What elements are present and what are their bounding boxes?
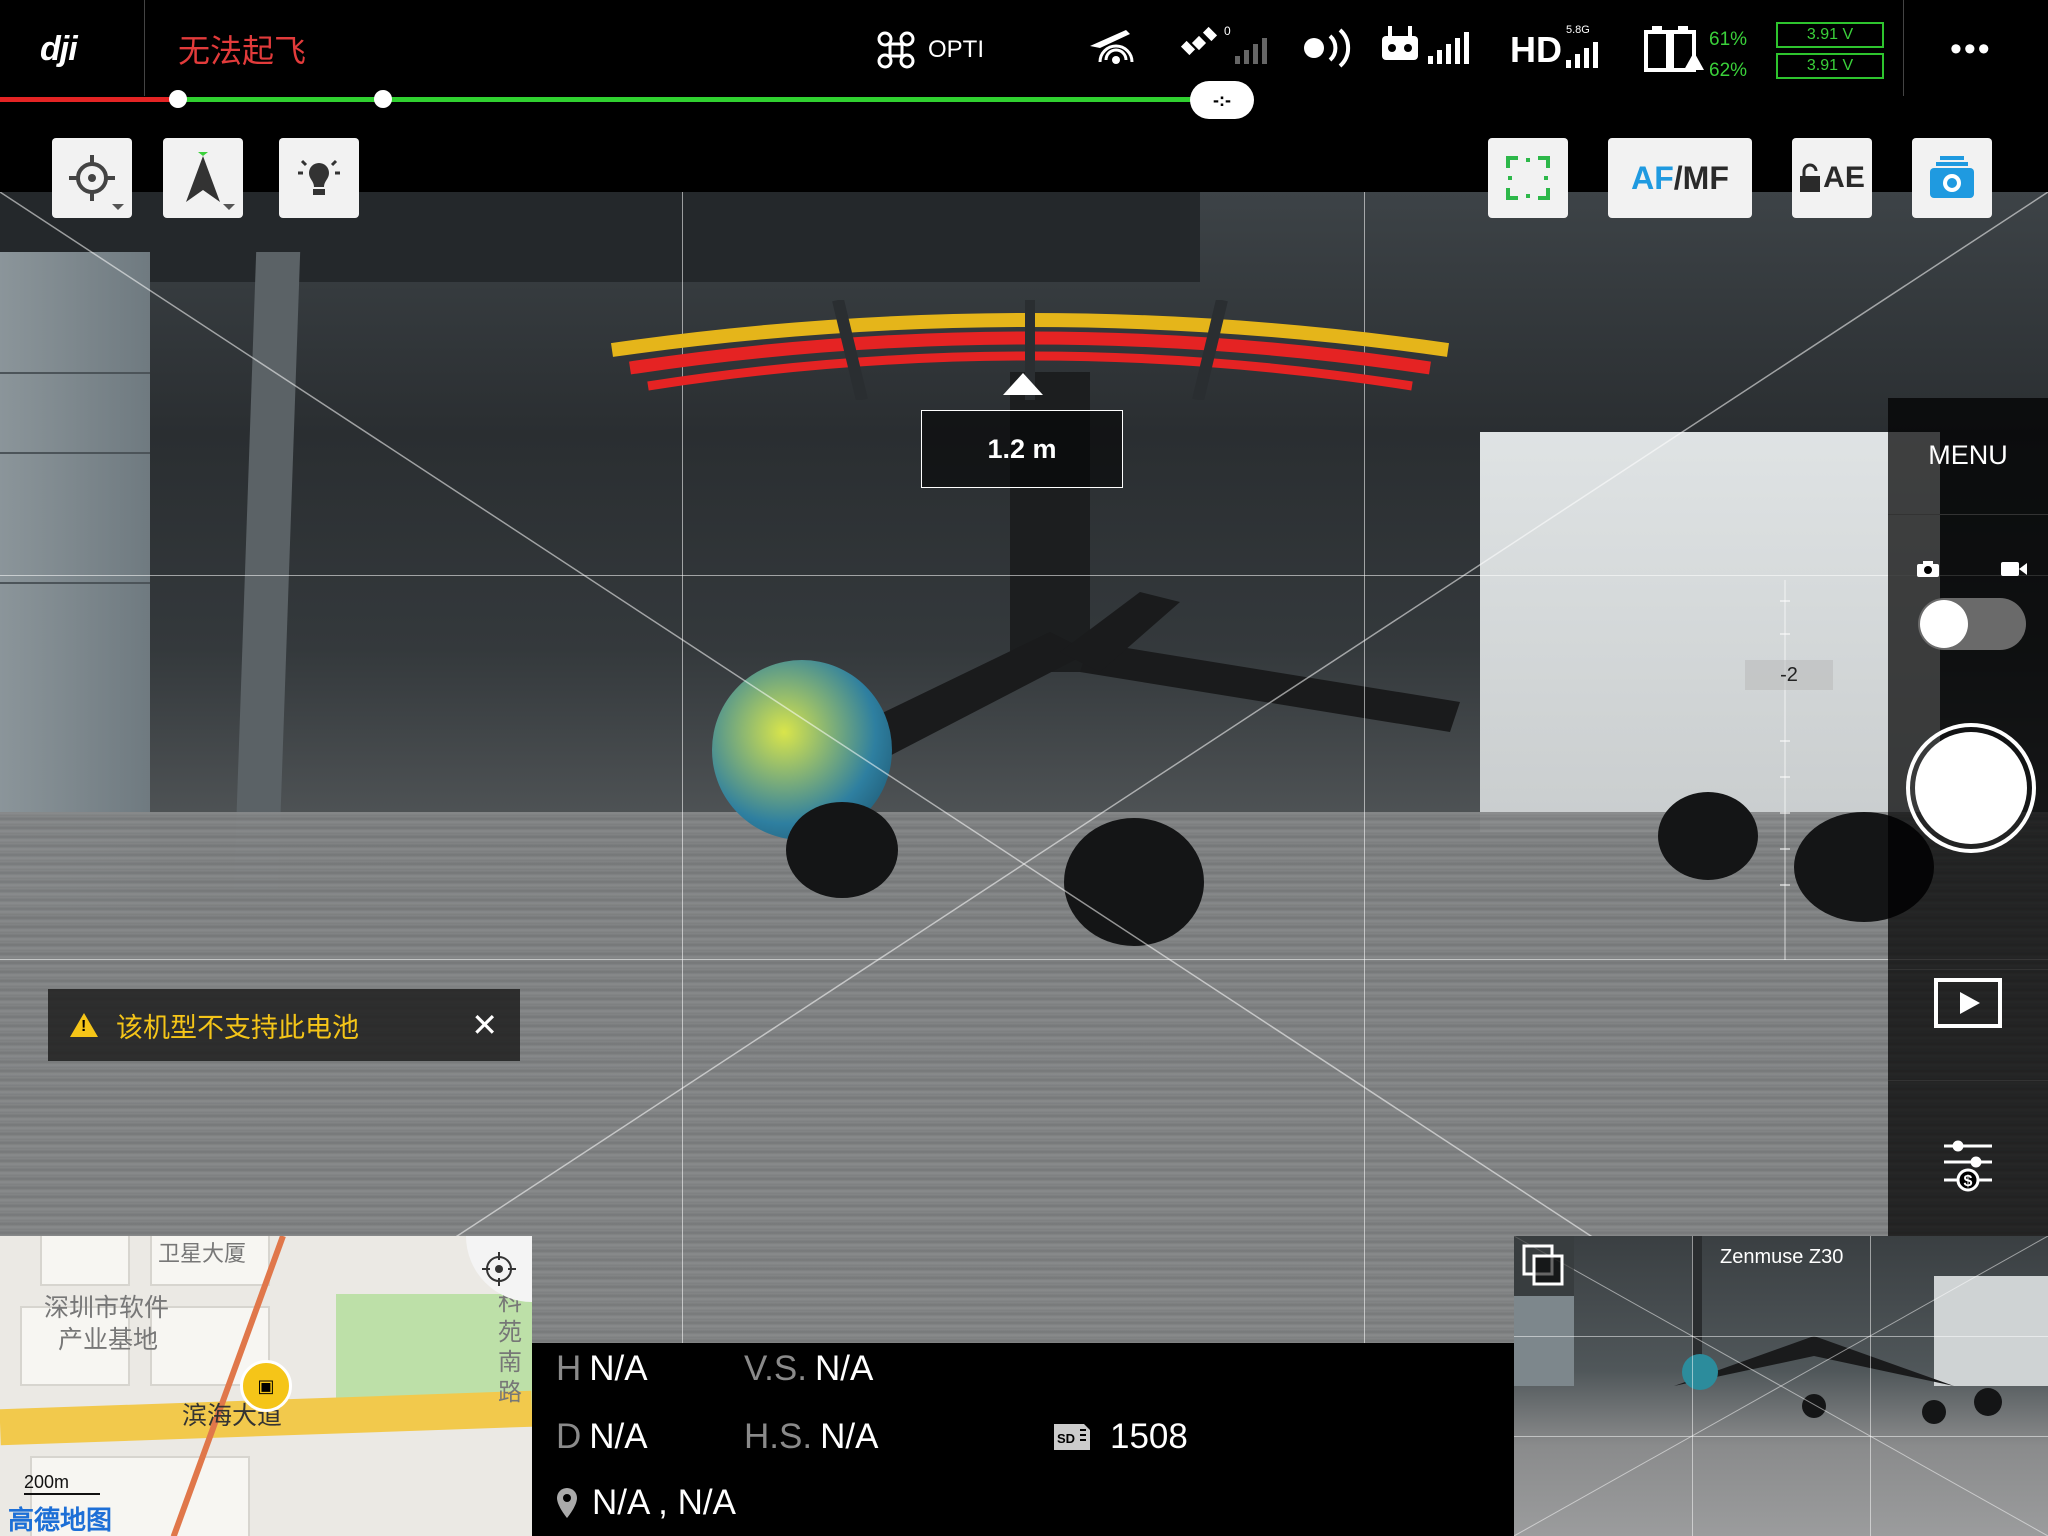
dji-logo[interactable]: dji (40, 30, 78, 69)
svg-text:SD: SD (1057, 1431, 1075, 1446)
telemetry-panel: H N/A V.S. N/A D N/A H.S. N/A SD 1508 N/A , … (532, 1343, 1514, 1536)
focus-frame-icon (1506, 156, 1550, 200)
takeoff-signal-icon[interactable] (1086, 24, 1136, 72)
swap-view-button[interactable] (1514, 1236, 1574, 1296)
horizontal-speed-readout: H.S. N/A (744, 1417, 879, 1456)
ae-label: AE (1823, 161, 1865, 194)
remote-controller-signal[interactable] (1380, 24, 1469, 64)
track-marker[interactable] (169, 90, 187, 108)
more-options-button[interactable]: ••• (1950, 30, 1992, 69)
obstacle-marker (1003, 373, 1043, 395)
exposure-value: -2 (1745, 660, 1833, 690)
vertical-speed-readout: V.S. N/A (744, 1349, 874, 1388)
gps-status[interactable]: 0 (1180, 24, 1267, 64)
light-bulb-icon (298, 159, 340, 195)
location-pin-icon (557, 1488, 577, 1518)
rc-signal-bars (1428, 32, 1469, 64)
hd-label: HD (1510, 29, 1562, 70)
ae-lock-button[interactable]: AE (1792, 138, 1872, 218)
svg-text:$: $ (1964, 1173, 1973, 1190)
af-mf-toggle-button[interactable]: AF/MF (1608, 138, 1752, 218)
minimap[interactable]: 卫星大厦 深圳市软件 产业基地 滨海大道 科苑南路 ▣ 200m 高德地图 (0, 1236, 532, 1536)
exposure-scale[interactable] (1784, 580, 1786, 960)
scene-window (1480, 432, 1940, 832)
secondary-camera-view[interactable]: Zenmuse Z30 (1514, 1236, 2048, 1536)
close-icon[interactable]: ✕ (471, 1006, 498, 1044)
af-label: AF (1631, 159, 1674, 196)
track-marker[interactable] (374, 90, 392, 108)
track-red-segment (0, 97, 178, 102)
flight-status[interactable]: 无法起飞 (178, 26, 306, 72)
battery-percent-1: 61% (1709, 29, 1748, 50)
map-scale: 200m (24, 1472, 100, 1495)
unlock-icon (1800, 163, 1821, 192)
camera-settings-button[interactable] (1912, 138, 1992, 218)
battery-voltage-2: 3.91 V (1776, 53, 1884, 79)
gps-signal-bars (1234, 32, 1267, 64)
scene-desk-leg (233, 252, 301, 892)
crosshair-icon (69, 155, 115, 201)
camera-stack-icon (1930, 156, 1974, 198)
sd-card-icon: SD (1054, 1424, 1090, 1450)
warning-icon (70, 1013, 98, 1037)
aircraft-mode[interactable]: OPTI (876, 30, 984, 70)
satellite-icon (1180, 26, 1218, 56)
map-brand: 高德地图 (8, 1505, 113, 1535)
focus-area-button[interactable] (1488, 138, 1568, 218)
obstacle-distance: 1.2 m (921, 410, 1123, 488)
sd-card-count: SD 1508 (1052, 1417, 1188, 1457)
camera-parameters-icon[interactable]: $ (1940, 1138, 1996, 1198)
navigation-mode-button[interactable] (163, 138, 243, 218)
navigation-arrow-icon (186, 152, 220, 202)
location-readout: N/A , N/A (556, 1483, 736, 1523)
menu-button[interactable]: MENU (1888, 440, 2048, 471)
warning-message: 该机型不支持此电池 (116, 1012, 359, 1043)
aircraft-icon (877, 31, 915, 69)
scene-wheel (1658, 792, 1758, 880)
distance-readout: D N/A (556, 1417, 648, 1456)
locate-icon (482, 1252, 516, 1286)
swap-windows-icon (1522, 1244, 1564, 1286)
track-green-segment (178, 97, 1200, 102)
map-label: 卫星大厦 (158, 1241, 247, 1266)
shutter-button[interactable] (1906, 723, 2036, 853)
aircraft-mode-label: OPTI (928, 36, 985, 63)
height-readout: H N/A (556, 1349, 648, 1388)
hd-band: 5.8G (1566, 24, 1590, 36)
top-status-bar: dji 无法起飞 OPTI 0 HD 5.8G 61% 62% 3.91 V 3… (0, 0, 2048, 96)
track-end-label[interactable]: -:- (1190, 81, 1254, 119)
battery-percent-list: 61% 62% (1709, 24, 1747, 86)
playback-button[interactable] (1934, 978, 2002, 1028)
remote-controller-icon (1382, 26, 1418, 60)
video-mode-icon (2001, 562, 2027, 576)
gps-count: 0 (1224, 24, 1231, 38)
vision-sensor-icon[interactable] (1300, 24, 1358, 72)
hd-signal[interactable]: HD 5.8G (1510, 24, 1598, 68)
photo-video-toggle[interactable] (1918, 598, 2026, 650)
battery-icon[interactable] (1644, 24, 1704, 74)
warning-toast: 该机型不支持此电池 ✕ (48, 989, 520, 1061)
pip-camera-name: Zenmuse Z30 (1720, 1246, 1844, 1268)
map-label: 深圳市软件 (44, 1294, 170, 1322)
map-label: 产业基地 (58, 1326, 159, 1354)
light-toggle-button[interactable] (279, 138, 359, 218)
battery-voltage-1: 3.91 V (1776, 22, 1884, 48)
focus-target-button[interactable] (52, 138, 132, 218)
map-label: 科苑南路 (498, 1289, 522, 1406)
mf-label: /MF (1673, 159, 1729, 196)
scene-wheel (786, 802, 898, 898)
scene-wheel (1064, 818, 1204, 946)
battery-percent-2: 62% (1709, 60, 1748, 81)
hd-signal-bars (1566, 36, 1598, 68)
map-locate-button[interactable] (466, 1236, 532, 1302)
photo-mode-icon (1917, 561, 1939, 577)
camera-control-panel: MENU $ (1888, 398, 2048, 1236)
remote-controller-location-icon: ▣ (240, 1360, 292, 1412)
